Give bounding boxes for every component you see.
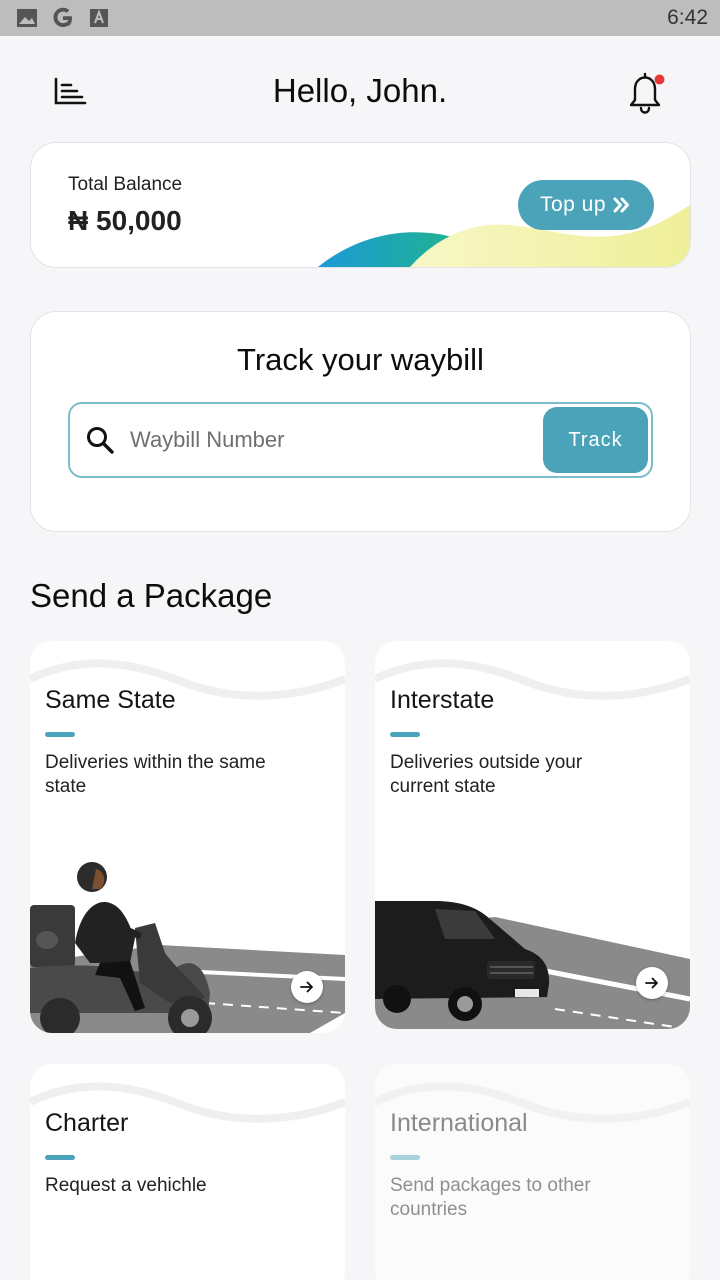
notification-dot	[654, 74, 665, 85]
app-header: Hello, John.	[0, 36, 720, 140]
track-waybill-card: Track your waybill Track	[30, 311, 691, 532]
interstate-title: Interstate	[390, 686, 495, 714]
font-icon	[89, 8, 109, 33]
balance-card: Total Balance ₦ 50,000 Top up	[30, 142, 691, 268]
same-state-description: Deliveries within the same state	[45, 752, 266, 797]
interstate-card[interactable]: Interstate Deliveries outside your curre…	[375, 641, 690, 1029]
scooter-rider-illustration	[30, 862, 345, 1033]
greeting-title: Hello, John.	[272, 72, 448, 109]
notifications-button[interactable]	[624, 70, 670, 116]
charter-description: Request a vehichle	[45, 1175, 207, 1196]
charter-card[interactable]: Charter Request a vehichle	[30, 1064, 345, 1280]
interstate-description: Deliveries outside your current state	[390, 752, 583, 797]
double-chevron-right-icon	[613, 197, 630, 213]
international-title: International	[390, 1109, 528, 1137]
status-time: 6:42	[667, 6, 708, 29]
top-up-label: Top up	[539, 193, 607, 216]
arrow-right-icon	[300, 981, 313, 993]
balance-label: Total Balance	[68, 174, 183, 195]
same-state-go-button[interactable]	[291, 971, 323, 1003]
balance-value: ₦ 50,000	[68, 205, 182, 236]
send-package-title: Send a Package	[30, 577, 273, 614]
status-bar: 6:42	[0, 0, 720, 36]
same-state-title: Same State	[45, 686, 176, 714]
accent-dash	[45, 1155, 75, 1160]
waybill-number-input[interactable]	[130, 420, 530, 460]
track-button[interactable]: Track	[543, 407, 648, 473]
van-illustration	[375, 901, 690, 1029]
charter-title: Charter	[45, 1109, 129, 1137]
accent-dash	[45, 732, 75, 737]
search-icon	[87, 427, 114, 454]
accent-dash	[390, 732, 420, 737]
international-card[interactable]: International Send packages to other cou…	[375, 1064, 690, 1280]
same-state-card[interactable]: Same State Deliveries within the same st…	[30, 641, 345, 1033]
track-title: Track your waybill	[237, 342, 484, 377]
international-description: Send packages to other countries	[390, 1175, 591, 1220]
bell-icon	[629, 72, 665, 114]
interstate-go-button[interactable]	[636, 967, 668, 999]
arrow-right-icon	[645, 977, 658, 989]
waybill-search-box: Track	[68, 402, 653, 478]
top-up-button[interactable]: Top up	[518, 180, 654, 230]
accent-dash	[390, 1155, 420, 1160]
image-icon	[16, 8, 38, 33]
google-icon	[51, 6, 75, 35]
